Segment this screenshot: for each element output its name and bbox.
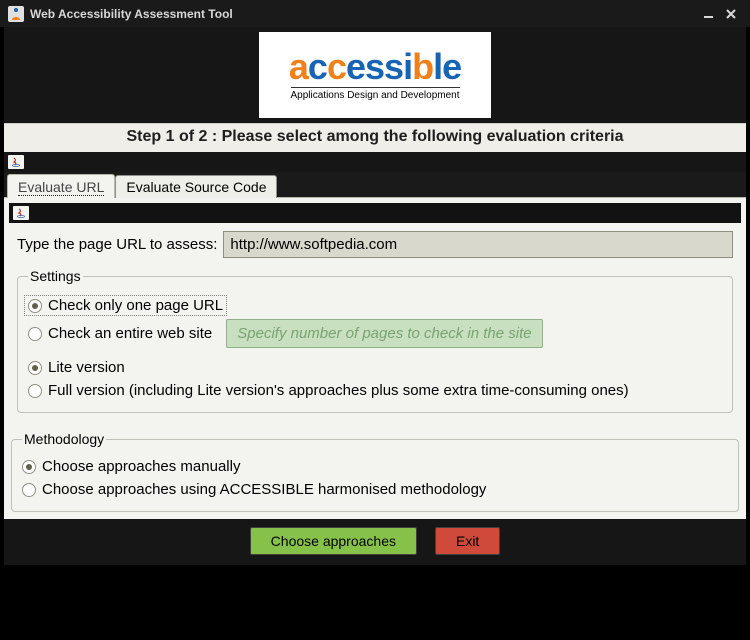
logo-letter: c bbox=[327, 46, 346, 87]
settings-fieldset: Settings Check only one page URL Check a… bbox=[17, 268, 733, 413]
window-title: Web Accessibility Assessment Tool bbox=[30, 7, 233, 21]
exit-button[interactable]: Exit bbox=[435, 527, 500, 555]
step-instruction: Step 1 of 2 : Please select among the fo… bbox=[4, 123, 746, 152]
url-label: Type the page URL to assess: bbox=[17, 236, 217, 253]
logo: accessible Applications Design and Devel… bbox=[259, 32, 491, 118]
minimize-button[interactable] bbox=[698, 5, 720, 23]
button-bar: Choose approaches Exit bbox=[4, 519, 746, 565]
logo-letter: s bbox=[384, 46, 403, 87]
logo-letter: a bbox=[289, 46, 308, 87]
logo-letter: c bbox=[308, 46, 327, 87]
title-bar: Web Accessibility Assessment Tool bbox=[0, 0, 750, 27]
logo-letter: e bbox=[442, 46, 461, 87]
radio-label: Choose approaches manually bbox=[42, 458, 240, 475]
radio-icon bbox=[22, 483, 36, 497]
tab-evaluate-source[interactable]: Evaluate Source Code bbox=[115, 175, 277, 198]
radio-label: Choose approaches using ACCESSIBLE harmo… bbox=[42, 481, 486, 498]
choose-approaches-button[interactable]: Choose approaches bbox=[250, 527, 417, 555]
radio-icon bbox=[28, 361, 42, 375]
tab-evaluate-url[interactable]: Evaluate URL bbox=[7, 174, 115, 198]
radio-method-manual[interactable]: Choose approaches manually bbox=[22, 455, 728, 478]
radio-label: Check only one page URL bbox=[48, 297, 223, 314]
close-button[interactable] bbox=[720, 5, 742, 23]
logo-letter: s bbox=[365, 46, 384, 87]
url-input[interactable] bbox=[223, 231, 733, 258]
java-strip-inner bbox=[9, 203, 741, 223]
radio-version-lite[interactable]: Lite version bbox=[28, 356, 722, 379]
radio-icon bbox=[28, 384, 42, 398]
radio-label: Check an entire web site bbox=[48, 325, 212, 342]
evaluate-url-panel: Type the page URL to assess: Settings Ch… bbox=[9, 223, 741, 427]
radio-label: Lite version bbox=[48, 359, 125, 376]
radio-method-harmonised[interactable]: Choose approaches using ACCESSIBLE harmo… bbox=[22, 478, 728, 501]
radio-icon bbox=[28, 327, 42, 341]
radio-icon bbox=[28, 299, 42, 313]
logo-letter: e bbox=[346, 46, 365, 87]
java-icon bbox=[13, 206, 29, 220]
radio-scope-one-page[interactable]: Check only one page URL bbox=[24, 295, 227, 316]
tab-body: Type the page URL to assess: Settings Ch… bbox=[4, 197, 746, 519]
radio-version-full[interactable]: Full version (including Lite version's a… bbox=[28, 379, 722, 402]
settings-legend: Settings bbox=[28, 268, 83, 284]
logo-letter: b bbox=[412, 46, 433, 87]
methodology-legend: Methodology bbox=[22, 431, 106, 447]
logo-area: accessible Applications Design and Devel… bbox=[4, 27, 746, 123]
java-icon bbox=[8, 155, 24, 169]
radio-icon bbox=[22, 460, 36, 474]
java-strip-outer bbox=[4, 152, 746, 172]
tab-strip: Evaluate URL Evaluate Source Code bbox=[4, 172, 746, 197]
radio-label: Full version (including Lite version's a… bbox=[48, 382, 629, 399]
radio-scope-entire-site[interactable]: Check an entire web site bbox=[28, 322, 212, 345]
tab-label: Evaluate URL bbox=[18, 179, 104, 196]
methodology-fieldset: Methodology Choose approaches manually C… bbox=[11, 431, 739, 512]
logo-letter: l bbox=[433, 46, 442, 87]
app-icon bbox=[8, 6, 24, 22]
logo-tagline: Applications Design and Development bbox=[291, 87, 460, 101]
pages-to-check-field: Specify number of pages to check in the … bbox=[226, 319, 542, 348]
logo-letter: i bbox=[403, 46, 412, 87]
